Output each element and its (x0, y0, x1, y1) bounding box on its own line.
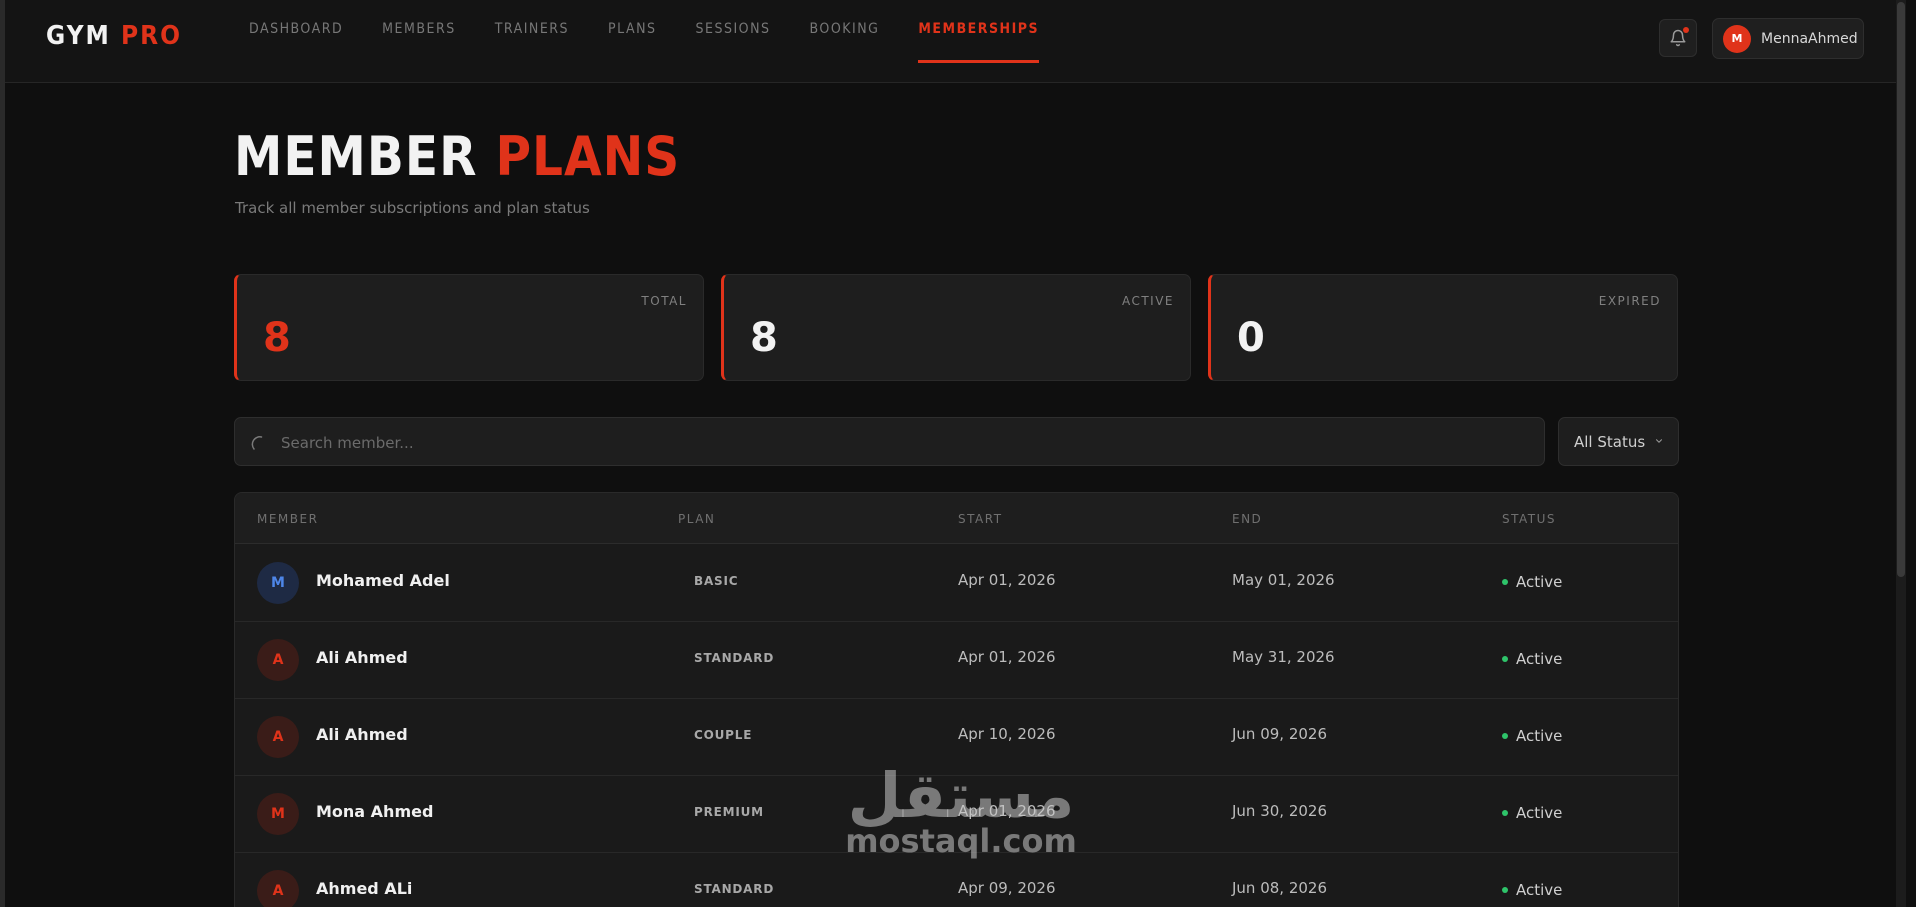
table-row[interactable]: M Mohamed Adel BASIC Apr 01, 2026 May 01… (235, 544, 1678, 622)
status-text: Active (1516, 650, 1563, 668)
scrollbar[interactable] (1896, 0, 1906, 907)
table-row[interactable]: A Ali Ahmed STANDARD Apr 01, 2026 May 31… (235, 621, 1678, 699)
nav-members[interactable]: MEMBERS (382, 0, 456, 61)
plan-badge: COUPLE (694, 728, 753, 742)
member-name[interactable]: Ali Ahmed (316, 648, 408, 667)
main-nav: DASHBOARD MEMBERS TRAINERS PLANS SESSION… (249, 0, 1078, 82)
member-avatar: A (257, 870, 299, 907)
end-date: Jun 09, 2026 (1232, 725, 1328, 743)
notifications-button[interactable] (1659, 19, 1697, 57)
top-navbar: GYM PRO DASHBOARD MEMBERS TRAINERS PLANS… (5, 0, 1906, 83)
user-avatar: M (1723, 24, 1751, 53)
plan-badge: PREMIUM (694, 805, 764, 819)
notification-dot (1683, 27, 1689, 33)
app-window: GYM PRO DASHBOARD MEMBERS TRAINERS PLANS… (5, 0, 1906, 907)
loading-spinner-icon (251, 436, 263, 450)
status-dot-icon (1502, 810, 1508, 816)
member-name[interactable]: Mohamed Adel (316, 571, 450, 590)
status-text: Active (1516, 881, 1563, 899)
chevron-down-icon (1655, 439, 1663, 443)
memberships-table: MEMBER PLAN START END STATUS M Mohamed A… (234, 492, 1679, 907)
end-date: May 01, 2026 (1232, 571, 1335, 589)
status-dot-icon (1502, 733, 1508, 739)
status-dot-icon (1502, 579, 1508, 585)
end-date: Jun 08, 2026 (1232, 879, 1328, 897)
page-title-part2: PLANS (495, 125, 681, 188)
plan-badge: STANDARD (694, 651, 775, 665)
end-date: Jun 30, 2026 (1232, 802, 1328, 820)
end-date: May 31, 2026 (1232, 648, 1335, 666)
status-badge: Active (1502, 881, 1562, 899)
status-filter-select[interactable]: All Status (1558, 417, 1679, 466)
nav-sessions[interactable]: SESSIONS (696, 0, 771, 61)
nav-booking[interactable]: BOOKING (810, 0, 880, 61)
page-title: MEMBER PLANS (234, 125, 680, 188)
column-header-plan[interactable]: PLAN (678, 512, 715, 526)
member-avatar: M (257, 562, 299, 604)
member-avatar: A (257, 639, 299, 681)
status-badge: Active (1502, 804, 1562, 822)
start-date: Apr 01, 2026 (958, 648, 1056, 666)
user-menu-button[interactable]: M MennaAhmed (1712, 18, 1864, 59)
page-title-part1: MEMBER (234, 125, 478, 188)
member-name[interactable]: Ahmed ALi (316, 879, 412, 898)
status-filter-value: All Status (1574, 432, 1646, 451)
status-badge: Active (1502, 573, 1562, 591)
stat-label: TOTAL (641, 294, 687, 308)
stat-label: EXPIRED (1598, 294, 1661, 308)
stat-card-active: ACTIVE 8 (721, 274, 1191, 381)
status-text: Active (1516, 727, 1563, 745)
status-dot-icon (1502, 887, 1508, 893)
stat-label: ACTIVE (1121, 294, 1174, 308)
column-header-member[interactable]: MEMBER (257, 512, 318, 526)
search-input[interactable] (279, 418, 1483, 467)
stat-card-expired: EXPIRED 0 (1208, 274, 1678, 381)
start-date: Apr 01, 2026 (958, 802, 1056, 820)
member-avatar: M (257, 793, 299, 835)
table-row[interactable]: M Mona Ahmed PREMIUM Apr 01, 2026 Jun 30… (235, 775, 1678, 853)
nav-memberships[interactable]: MEMBERSHIPS (918, 0, 1039, 63)
table-row[interactable]: A Ali Ahmed COUPLE Apr 10, 2026 Jun 09, … (235, 698, 1678, 776)
plan-badge: BASIC (694, 574, 739, 588)
member-avatar: A (257, 716, 299, 758)
stat-value: 0 (1237, 315, 1265, 361)
user-name: MennaAhmed (1761, 30, 1858, 47)
nav-plans[interactable]: PLANS (608, 0, 656, 61)
status-badge: Active (1502, 650, 1562, 668)
table-header: MEMBER PLAN START END STATUS (235, 493, 1678, 544)
status-badge: Active (1502, 727, 1562, 745)
stat-value: 8 (263, 315, 291, 361)
start-date: Apr 09, 2026 (958, 879, 1056, 897)
stat-value: 8 (750, 315, 778, 361)
column-header-start[interactable]: START (958, 512, 1003, 526)
nav-trainers[interactable]: TRAINERS (495, 0, 569, 61)
member-name[interactable]: Mona Ahmed (316, 802, 433, 821)
column-header-status[interactable]: STATUS (1502, 512, 1556, 526)
status-dot-icon (1502, 656, 1508, 662)
brand-part1: GYM (46, 21, 111, 51)
plan-badge: STANDARD (694, 882, 775, 896)
start-date: Apr 01, 2026 (958, 571, 1056, 589)
column-header-end[interactable]: END (1232, 512, 1262, 526)
start-date: Apr 10, 2026 (958, 725, 1056, 743)
scrollbar-thumb[interactable] (1897, 2, 1905, 577)
brand-logo[interactable]: GYM PRO (46, 21, 182, 51)
status-text: Active (1516, 804, 1563, 822)
table-row[interactable]: A Ahmed ALi STANDARD Apr 09, 2026 Jun 08… (235, 852, 1678, 907)
status-text: Active (1516, 573, 1563, 591)
member-name[interactable]: Ali Ahmed (316, 725, 408, 744)
stat-card-total: TOTAL 8 (234, 274, 704, 381)
page-subtitle: Track all member subscriptions and plan … (235, 199, 590, 217)
nav-dashboard[interactable]: DASHBOARD (249, 0, 343, 61)
brand-part2: PRO (120, 21, 183, 51)
search-box (234, 417, 1545, 467)
